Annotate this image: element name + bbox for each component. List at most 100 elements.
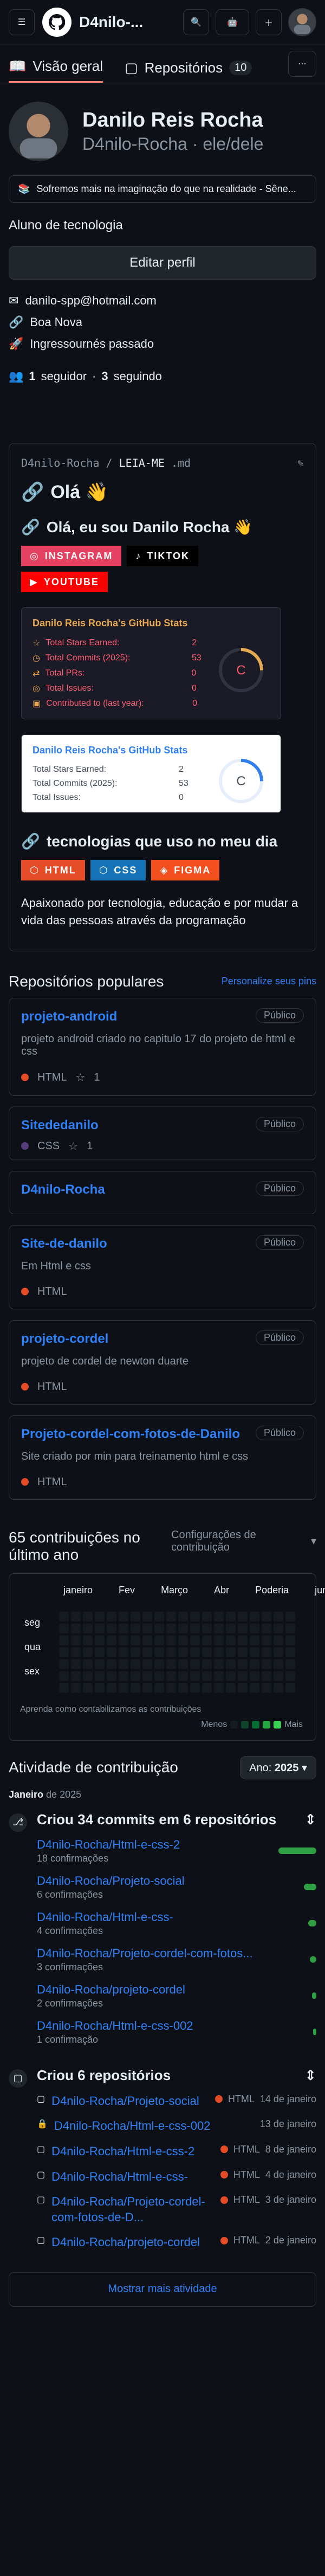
calendar-cell[interactable] xyxy=(107,1671,116,1681)
calendar-cell[interactable] xyxy=(226,1671,236,1681)
calendar-cell[interactable] xyxy=(95,1623,105,1633)
calendar-cell[interactable] xyxy=(274,1683,283,1693)
calendar-cell[interactable] xyxy=(142,1611,152,1621)
calendar-cell[interactable] xyxy=(214,1647,224,1657)
calendar-cell[interactable] xyxy=(202,1683,212,1693)
menu-button[interactable]: ☰ xyxy=(9,9,35,35)
calendar-cell[interactable] xyxy=(214,1683,224,1693)
calendar-cell[interactable] xyxy=(285,1671,295,1681)
calendar-cell[interactable] xyxy=(166,1659,176,1669)
calendar-cell[interactable] xyxy=(238,1623,248,1633)
calendar-cell[interactable] xyxy=(250,1683,259,1693)
created-repo-link[interactable]: D4nilo-Rocha/Html-e-css- xyxy=(51,2169,188,2185)
calendar-cell[interactable] xyxy=(285,1635,295,1645)
calendar-cell[interactable] xyxy=(250,1647,259,1657)
profile-avatar[interactable] xyxy=(9,102,68,161)
search-button[interactable]: 🔍 xyxy=(183,9,209,35)
instagram-badge[interactable]: ◎ INSTAGRAM xyxy=(21,546,122,566)
calendar-cell[interactable] xyxy=(274,1635,283,1645)
calendar-cell[interactable] xyxy=(83,1683,93,1693)
calendar-cell[interactable] xyxy=(238,1647,248,1657)
calendar-cell[interactable] xyxy=(178,1659,188,1669)
calendar-cell[interactable] xyxy=(202,1635,212,1645)
calendar-cell[interactable] xyxy=(71,1635,81,1645)
calendar-cell[interactable] xyxy=(154,1635,164,1645)
tab-overview[interactable]: 📖 Visão geral xyxy=(9,58,103,83)
calendar-cell[interactable] xyxy=(262,1647,271,1657)
calendar-cell[interactable] xyxy=(119,1671,128,1681)
calendar-cell[interactable] xyxy=(95,1671,105,1681)
calendar-cell[interactable] xyxy=(214,1635,224,1645)
calendar-cell[interactable] xyxy=(107,1635,116,1645)
calendar-cell[interactable] xyxy=(262,1623,271,1633)
commit-repo-link[interactable]: D4nilo-Rocha/Html-e-css- xyxy=(37,1910,173,1924)
show-more-activity-button[interactable]: Mostrar mais atividade xyxy=(9,2272,316,2307)
calendar-cell[interactable] xyxy=(190,1635,200,1645)
calendar-cell[interactable] xyxy=(238,1611,248,1621)
calendar-cell[interactable] xyxy=(142,1647,152,1657)
learn-contributions-link[interactable]: Aprenda como contabilizamos as contribui… xyxy=(20,1705,201,1714)
calendar-cell[interactable] xyxy=(71,1683,81,1693)
calendar-cell[interactable] xyxy=(154,1611,164,1621)
star-icon[interactable]: ☆ xyxy=(68,1140,78,1153)
calendar-cell[interactable] xyxy=(274,1647,283,1657)
calendar-cell[interactable] xyxy=(226,1611,236,1621)
calendar-cell[interactable] xyxy=(95,1647,105,1657)
calendar-cell[interactable] xyxy=(95,1683,105,1693)
calendar-cell[interactable] xyxy=(107,1659,116,1669)
calendar-cell[interactable] xyxy=(154,1647,164,1657)
calendar-cell[interactable] xyxy=(226,1635,236,1645)
calendar-cell[interactable] xyxy=(131,1659,140,1669)
calendar-cell[interactable] xyxy=(119,1623,128,1633)
calendar-cell[interactable] xyxy=(71,1623,81,1633)
calendar-cell[interactable] xyxy=(226,1683,236,1693)
calendar-cell[interactable] xyxy=(238,1671,248,1681)
calendar-cell[interactable] xyxy=(119,1683,128,1693)
calendar-cell[interactable] xyxy=(142,1623,152,1633)
github-logo[interactable] xyxy=(42,7,72,37)
calendar-cell[interactable] xyxy=(202,1659,212,1669)
avatar[interactable] xyxy=(288,8,316,36)
calendar-cell[interactable] xyxy=(107,1623,116,1633)
calendar-cell[interactable] xyxy=(59,1683,69,1693)
calendar-cell[interactable] xyxy=(250,1611,259,1621)
calendar-cell[interactable] xyxy=(178,1611,188,1621)
commit-repo-link[interactable]: D4nilo-Rocha/Projeto-cordel-com-fotos... xyxy=(37,1946,253,1961)
tab-repositories[interactable]: ▢ Repositórios 10 xyxy=(125,59,252,83)
created-repo-link[interactable]: D4nilo-Rocha/Html-e-css-002 xyxy=(54,2118,211,2134)
calendar-cell[interactable] xyxy=(71,1659,81,1669)
calendar-cell[interactable] xyxy=(131,1635,140,1645)
calendar-cell[interactable] xyxy=(274,1611,283,1621)
calendar-cell[interactable] xyxy=(250,1623,259,1633)
calendar-cell[interactable] xyxy=(119,1647,128,1657)
calendar-cell[interactable] xyxy=(285,1623,295,1633)
calendar-cell[interactable] xyxy=(274,1623,283,1633)
calendar-cell[interactable] xyxy=(226,1623,236,1633)
calendar-cell[interactable] xyxy=(226,1659,236,1669)
calendar-cell[interactable] xyxy=(262,1611,271,1621)
calendar-cell[interactable] xyxy=(154,1683,164,1693)
repo-name[interactable]: Projeto-cordel-com-fotos-de-Danilo xyxy=(21,1427,249,1442)
calendar-cell[interactable] xyxy=(83,1611,93,1621)
calendar-cell[interactable] xyxy=(131,1671,140,1681)
calendar-cell[interactable] xyxy=(190,1647,200,1657)
pencil-icon[interactable]: ✎ xyxy=(297,456,304,469)
star-icon[interactable]: ☆ xyxy=(75,1071,85,1084)
calendar-cell[interactable] xyxy=(190,1671,200,1681)
calendar-cell[interactable] xyxy=(250,1671,259,1681)
calendar-cell[interactable] xyxy=(131,1683,140,1693)
calendar-cell[interactable] xyxy=(119,1659,128,1669)
calendar-cell[interactable] xyxy=(214,1671,224,1681)
calendar-cell[interactable] xyxy=(250,1635,259,1645)
calendar-cell[interactable] xyxy=(190,1683,200,1693)
calendar-cell[interactable] xyxy=(285,1647,295,1657)
create-button[interactable]: ＋ xyxy=(256,9,282,35)
calendar-cell[interactable] xyxy=(178,1671,188,1681)
follow-counts[interactable]: 👥 1 seguidor · 3 seguindo xyxy=(9,369,316,383)
calendar-cell[interactable] xyxy=(274,1659,283,1669)
calendar-cell[interactable] xyxy=(238,1635,248,1645)
commit-repo-link[interactable]: D4nilo-Rocha/Html-e-css-2 xyxy=(37,1838,180,1852)
calendar-cell[interactable] xyxy=(214,1611,224,1621)
youtube-badge[interactable]: ▶ YOUTUBE xyxy=(21,572,108,592)
calendar-cell[interactable] xyxy=(142,1659,152,1669)
